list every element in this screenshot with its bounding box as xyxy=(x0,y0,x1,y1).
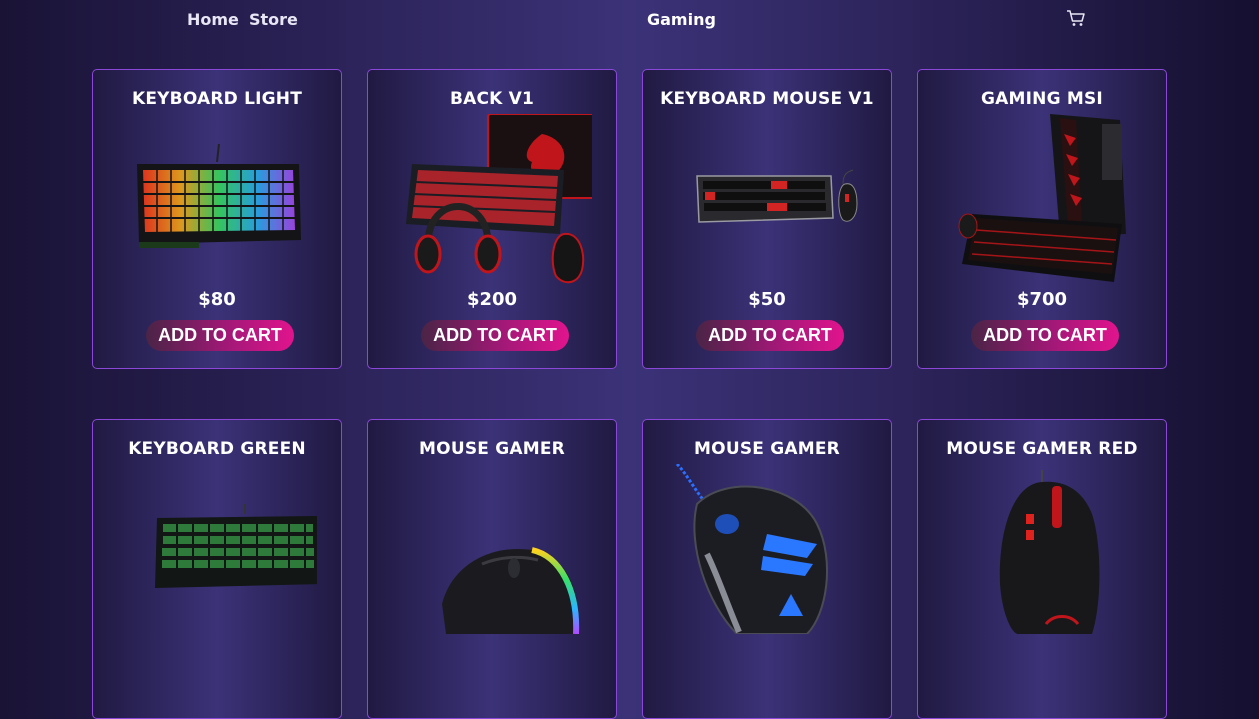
product-card: KEYBOARD LIGHT $80 ADD TO CART xyxy=(92,69,342,369)
nav-home-link[interactable]: Home xyxy=(187,10,239,29)
red-gaming-mouse-image xyxy=(999,470,1100,634)
green-keyboard-image xyxy=(155,504,317,588)
product-price: $200 xyxy=(466,289,518,310)
product-title: KEYBOARD GREEN xyxy=(128,439,306,459)
nav-store-link[interactable]: Store xyxy=(249,10,298,29)
product-title: MOUSE GAMER xyxy=(419,439,565,459)
blue-gaming-mouse-image xyxy=(675,464,828,634)
rgb-keyboard-image xyxy=(137,143,301,248)
brand-title: Gaming xyxy=(647,10,716,29)
product-title: MOUSE GAMER xyxy=(694,439,840,459)
product-price: $80 xyxy=(198,289,236,310)
top-nav: Home Store Gaming xyxy=(0,0,1259,40)
gaming-pc-tower-keyboard-image xyxy=(958,114,1126,282)
product-title: GAMING MSI xyxy=(981,89,1103,109)
product-title: MOUSE GAMER RED xyxy=(946,439,1138,459)
product-title: KEYBOARD LIGHT xyxy=(131,89,303,109)
rgb-gaming-mouse-image xyxy=(442,547,580,634)
product-card: KEYBOARD MOUSE V1 $50 ADD TO CART xyxy=(642,69,892,369)
product-card: MOUSE GAMER xyxy=(367,419,617,719)
product-card: MOUSE GAMER RED xyxy=(917,419,1167,719)
product-price: $50 xyxy=(748,289,786,310)
cart-icon[interactable] xyxy=(1066,9,1086,27)
add-to-cart-button[interactable]: ADD TO CART xyxy=(146,320,294,351)
add-to-cart-button[interactable]: ADD TO CART xyxy=(421,320,569,351)
add-to-cart-button[interactable]: ADD TO CART xyxy=(971,320,1119,351)
keyboard-mouse-combo-image xyxy=(696,169,858,223)
product-card: GAMING MSI $700 ADD TO CART xyxy=(917,69,1167,369)
product-card: BACK V1 $200 ADD TO CART xyxy=(367,69,617,369)
product-price: $700 xyxy=(1016,289,1068,310)
product-card: KEYBOARD GREEN xyxy=(92,419,342,719)
product-title: KEYBOARD MOUSE V1 xyxy=(660,89,874,109)
add-to-cart-button[interactable]: ADD TO CART xyxy=(696,320,844,351)
keyboard-headset-mouse-mousepad-bundle-image xyxy=(406,114,592,284)
product-card: MOUSE GAMER xyxy=(642,419,892,719)
product-title: BACK V1 xyxy=(449,89,535,109)
